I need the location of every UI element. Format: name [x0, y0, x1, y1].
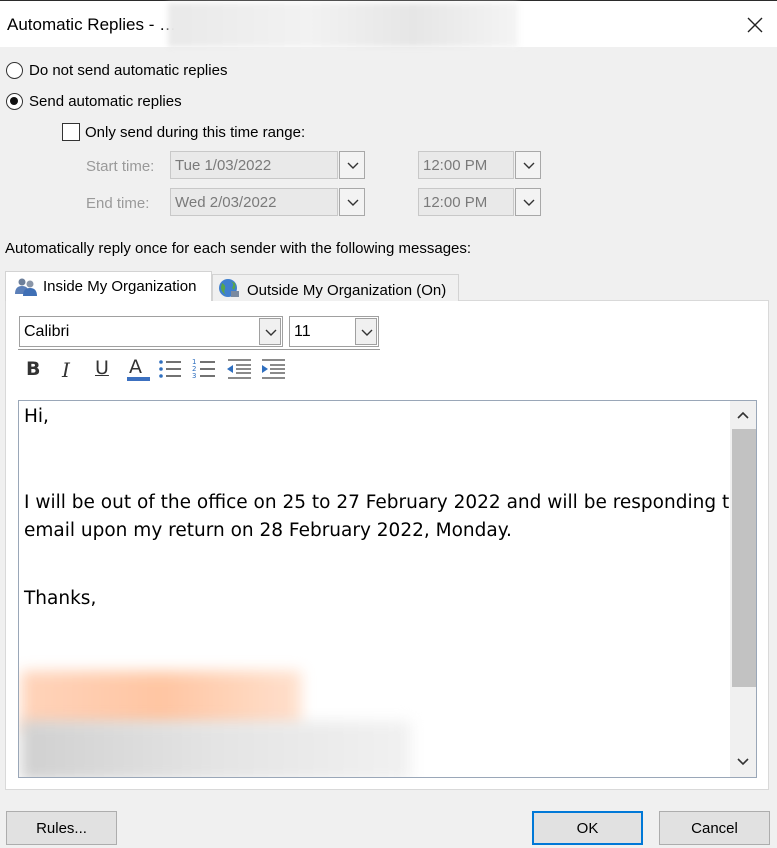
start-time-label: Start time: [86, 158, 155, 175]
numbering-button[interactable]: 1 2 3 [192, 357, 218, 383]
start-date-value: Tue 1/03/2022 [175, 157, 272, 174]
increase-indent-button[interactable] [260, 357, 286, 383]
underline-icon: U [95, 357, 109, 379]
decrease-indent-icon [227, 359, 251, 379]
chevron-down-icon [265, 329, 277, 336]
ok-button-label: OK [576, 820, 599, 837]
send-replies-option[interactable]: Send automatic replies [6, 92, 206, 112]
chevron-down-icon [523, 199, 535, 206]
font-color-swatch [127, 377, 150, 381]
editor-scroll-thumb[interactable] [732, 429, 756, 687]
end-date-dropdown[interactable] [339, 188, 365, 216]
bold-button[interactable]: B [22, 357, 48, 383]
start-date-dropdown[interactable] [339, 151, 365, 179]
no-replies-option[interactable]: Do not send automatic replies [6, 61, 246, 81]
font-name-value: Calibri [24, 323, 70, 340]
start-time-field[interactable]: 12:00 PM [418, 151, 514, 179]
message-editor[interactable]: Hi, I will be out of the office on 25 to… [18, 400, 757, 778]
tab-outside-label: Outside My Organization (On) [247, 282, 447, 299]
no-replies-label: Do not send automatic replies [29, 62, 228, 79]
font-size-dropdown[interactable] [355, 318, 377, 345]
numbered-list-icon: 1 2 3 [192, 358, 215, 380]
message-body-line-2: email upon my return on 28 February 2022… [24, 520, 512, 541]
chevron-down-icon [523, 162, 535, 169]
time-range-option[interactable]: Only send during this time range: [62, 122, 332, 144]
end-time-dropdown[interactable] [515, 188, 541, 216]
tab-inside-label: Inside My Organization [43, 278, 197, 295]
close-button[interactable] [736, 7, 774, 43]
tab-inside-organization[interactable]: Inside My Organization [5, 271, 212, 301]
title-bar: Automatic Replies - … [0, 0, 777, 47]
send-replies-label: Send automatic replies [29, 93, 182, 110]
font-name-select[interactable]: Calibri [19, 316, 283, 347]
time-range-label: Only send during this time range: [85, 124, 306, 141]
message-body-line-1: I will be out of the office on 25 to 27 … [24, 492, 741, 513]
end-date-value: Wed 2/03/2022 [175, 194, 277, 211]
redacted-signature-details [21, 721, 411, 777]
start-date-field[interactable]: Tue 1/03/2022 [170, 151, 338, 179]
ok-button[interactable]: OK [532, 811, 643, 845]
decrease-indent-button[interactable] [226, 357, 252, 383]
chevron-down-icon [347, 162, 359, 169]
scroll-down-icon[interactable] [736, 757, 750, 767]
globe-icon [219, 279, 239, 297]
no-replies-radio[interactable] [6, 62, 23, 79]
chevron-down-icon [361, 329, 373, 336]
rules-button[interactable]: Rules... [6, 811, 117, 845]
window-title: Automatic Replies - … [7, 15, 177, 34]
underline-button[interactable]: U [90, 357, 116, 383]
chevron-down-icon [347, 199, 359, 206]
message-greeting: Hi, [24, 406, 49, 427]
font-name-dropdown[interactable] [259, 318, 281, 345]
increase-indent-icon [262, 359, 285, 379]
tab-outside-organization[interactable]: Outside My Organization (On) [212, 274, 459, 301]
bullets-button[interactable] [158, 357, 184, 383]
svg-text:3: 3 [192, 372, 196, 380]
bold-icon: B [26, 358, 41, 380]
people-icon [15, 278, 37, 296]
end-time-field[interactable]: 12:00 PM [418, 188, 514, 216]
redacted-title-region [168, 3, 518, 47]
italic-button[interactable]: I [56, 357, 82, 383]
font-size-value: 11 [294, 323, 311, 340]
scroll-up-icon[interactable] [736, 410, 750, 420]
time-range-checkbox[interactable] [62, 123, 80, 141]
end-time-label: End time: [86, 195, 150, 212]
font-size-select[interactable]: 11 [289, 316, 379, 347]
cancel-button-label: Cancel [691, 820, 738, 837]
start-time-dropdown[interactable] [515, 151, 541, 179]
font-color-icon: A [129, 356, 142, 378]
rules-button-label: Rules... [36, 820, 87, 837]
end-time-value: 12:00 PM [423, 194, 488, 211]
cancel-button[interactable]: Cancel [659, 811, 770, 845]
instructions-text: Automatically reply once for each sender… [5, 240, 472, 257]
start-time-value: 12:00 PM [423, 157, 488, 174]
end-date-field[interactable]: Wed 2/03/2022 [170, 188, 338, 216]
send-replies-radio[interactable] [6, 93, 23, 110]
message-closing: Thanks, [24, 588, 97, 609]
font-color-button[interactable]: A [126, 356, 152, 382]
close-icon [747, 17, 763, 33]
italic-icon: I [62, 358, 70, 382]
bullet-list-icon [159, 360, 181, 378]
